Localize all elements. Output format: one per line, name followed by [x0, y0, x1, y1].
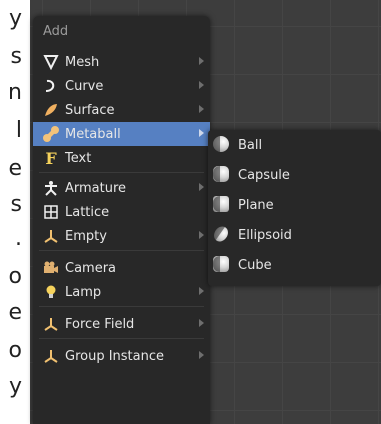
curve-icon: [40, 77, 62, 95]
menu-item-mesh[interactable]: Mesh: [33, 50, 210, 74]
submenu-arrow-icon: [199, 105, 204, 113]
doc-char: n: [8, 80, 22, 105]
menu-title: Add: [43, 24, 69, 39]
menu-item-label: Empty: [65, 228, 107, 244]
doc-char: s: [10, 192, 22, 217]
menu-item-label: Text: [65, 150, 92, 166]
menu-item-lattice[interactable]: Lattice: [33, 200, 210, 224]
metaball-cube-icon: [213, 256, 231, 274]
submenu-item-label: Capsule: [238, 167, 290, 183]
menu-item-label: Lamp: [65, 284, 102, 300]
metaball-icon: [40, 125, 62, 143]
submenu-arrow-icon: [199, 183, 204, 191]
menu-item-text[interactable]: F Text: [33, 146, 210, 170]
menu-separator: [39, 172, 204, 173]
doc-char: y: [8, 374, 22, 399]
doc-char: l: [15, 118, 22, 143]
menu-item-curve[interactable]: Curve: [33, 74, 210, 98]
doc-char: e: [8, 300, 22, 325]
submenu-item-plane[interactable]: Plane: [208, 192, 381, 218]
submenu-arrow-icon: [199, 129, 204, 137]
menu-item-label: Metaball: [65, 126, 121, 142]
menu-item-label: Curve: [65, 78, 104, 94]
submenu-item-ball[interactable]: Ball: [208, 132, 381, 158]
submenu-item-label: Cube: [238, 257, 272, 273]
submenu-arrow-icon: [199, 81, 204, 89]
empty-icon: [40, 227, 62, 245]
mesh-icon: [40, 53, 62, 71]
menu-item-lamp[interactable]: Lamp: [33, 280, 210, 304]
menu-item-surface[interactable]: Surface: [33, 98, 210, 122]
add-menu: Add Mesh Curve Surface Metaball F Text A…: [33, 16, 210, 424]
submenu-item-label: Plane: [238, 197, 274, 213]
menu-item-label: Surface: [65, 102, 115, 118]
menu-item-metaball[interactable]: Metaball: [33, 122, 210, 146]
metaball-submenu: Ball Capsule Plane Ellipsoid Cube: [208, 130, 381, 286]
submenu-item-capsule[interactable]: Capsule: [208, 162, 381, 188]
doc-char: y: [8, 6, 22, 31]
metaball-ellipsoid-icon: [211, 223, 231, 245]
submenu-arrow-icon: [199, 231, 204, 239]
metaball-plane-icon: [213, 196, 231, 214]
menu-item-empty[interactable]: Empty: [33, 224, 210, 248]
menu-item-label: Group Instance: [65, 348, 165, 364]
lamp-icon: [40, 283, 62, 301]
menu-separator: [39, 338, 204, 339]
menu-item-label: Camera: [65, 260, 117, 276]
menu-item-force-field[interactable]: Force Field: [33, 312, 210, 336]
armature-icon: [40, 179, 62, 197]
document-text-edge: y s n l e s . o e o y: [0, 0, 30, 424]
menu-item-label: Mesh: [65, 54, 100, 70]
menu-item-armature[interactable]: Armature: [33, 176, 210, 200]
lattice-icon: [40, 203, 62, 221]
menu-item-label: Armature: [65, 180, 127, 196]
surface-icon: [40, 101, 62, 119]
submenu-item-label: Ball: [238, 137, 263, 153]
metaball-capsule-icon: [213, 166, 231, 184]
doc-char: s: [10, 44, 22, 69]
submenu-arrow-icon: [199, 351, 204, 359]
submenu-item-ellipsoid[interactable]: Ellipsoid: [208, 222, 381, 248]
doc-char: o: [8, 338, 22, 363]
doc-char: .: [15, 226, 22, 251]
menu-item-group-instance[interactable]: Group Instance: [33, 344, 210, 368]
camera-icon: [40, 259, 62, 277]
menu-item-label: Force Field: [65, 316, 135, 332]
metaball-ball-icon: [213, 136, 231, 154]
submenu-arrow-icon: [199, 287, 204, 295]
doc-char: e: [8, 156, 22, 181]
force-field-icon: [40, 315, 62, 333]
menu-separator: [39, 250, 204, 251]
group-instance-icon: [40, 347, 62, 365]
menu-separator: [39, 306, 204, 307]
submenu-item-cube[interactable]: Cube: [208, 252, 381, 278]
submenu-arrow-icon: [199, 57, 204, 65]
text-icon: F: [45, 148, 57, 168]
menu-item-camera[interactable]: Camera: [33, 256, 210, 280]
doc-char: o: [8, 264, 22, 289]
submenu-arrow-icon: [199, 319, 204, 327]
menu-item-label: Lattice: [65, 204, 110, 220]
submenu-item-label: Ellipsoid: [238, 227, 292, 243]
